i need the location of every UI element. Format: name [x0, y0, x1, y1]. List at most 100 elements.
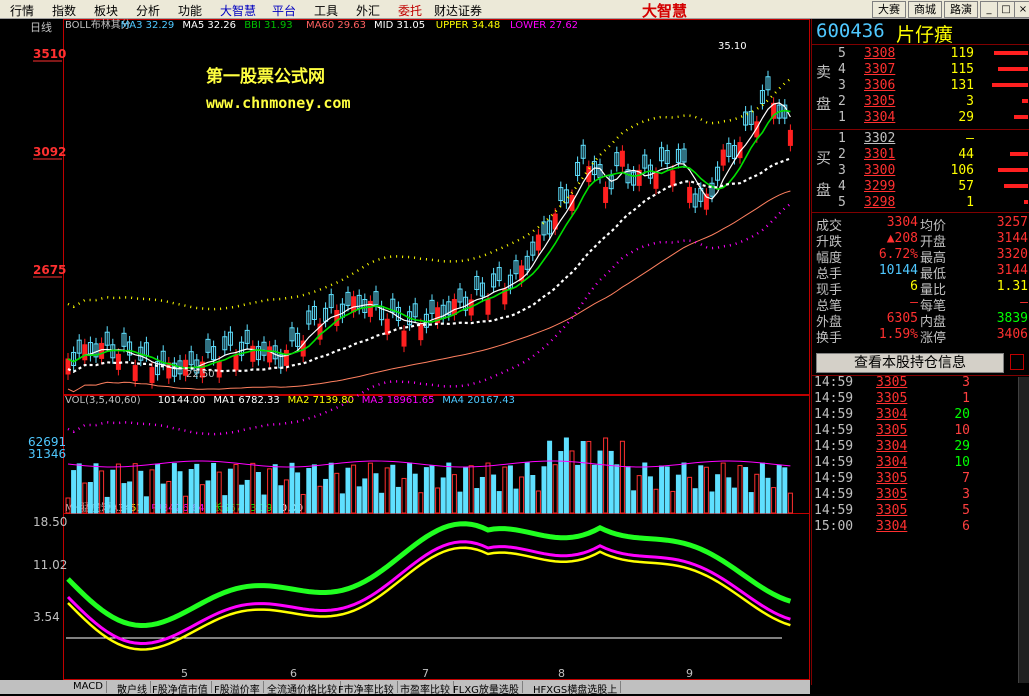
indicator-tab[interactable]: F股净值市值 — [149, 681, 212, 696]
volume-bar — [608, 450, 614, 514]
top-tab[interactable]: 商城 — [908, 1, 942, 18]
holdings-button[interactable]: 查看本股持仓信息 — [816, 353, 1004, 373]
bid-price[interactable]: 3298 — [864, 195, 895, 210]
top-tab[interactable]: 大赛 — [872, 1, 906, 18]
volume-bar — [362, 478, 368, 514]
menu-item[interactable]: 大智慧 — [220, 2, 256, 19]
volume-bar — [76, 463, 82, 514]
indicator-legend-text: MA3 18961.65 — [362, 395, 435, 406]
volume-bar — [625, 466, 631, 514]
menu-item[interactable]: 委托 — [398, 2, 422, 19]
volume-bar — [765, 477, 771, 514]
chart-area[interactable]: 日线351030922675626913134618.5011.023.54BO… — [0, 19, 810, 685]
candlestick — [367, 300, 373, 317]
volume-bar — [759, 462, 765, 514]
quote-panel: 600436 片仔癀 5 3308 119 4 3307 115 3 3306 131 2 3305 3 1… — [811, 19, 1029, 685]
menu-item[interactable]: 功能 — [178, 2, 202, 19]
depth-bar — [1014, 115, 1028, 119]
volume-bar — [731, 487, 737, 514]
volume-bar — [255, 472, 261, 514]
month-label: 9 — [686, 667, 693, 680]
indicator-tick-label: 3.54 — [33, 610, 60, 624]
menu-item[interactable]: 平台 — [272, 2, 296, 19]
volume-bar — [692, 488, 698, 514]
candlestick — [787, 129, 793, 146]
volume-bar — [463, 466, 469, 514]
menu-item[interactable]: 工具 — [314, 2, 338, 19]
volume-bar — [748, 492, 754, 514]
bid-price[interactable]: 3301 — [864, 147, 895, 162]
volume-bar — [367, 462, 373, 514]
volume-bar — [160, 483, 166, 514]
stock-name: 片仔癀 — [896, 24, 954, 46]
stat-label: 换手 — [816, 331, 843, 346]
volume-bar — [244, 479, 250, 514]
candlestick — [485, 298, 491, 315]
volume-bar — [502, 466, 508, 514]
indicator-tab[interactable]: 散户线 — [114, 681, 151, 696]
menu-item[interactable]: 分析 — [136, 2, 160, 19]
volume-bar — [530, 474, 536, 514]
indicator-tab[interactable]: F市净率比较 — [335, 681, 398, 696]
ask-price[interactable]: 3306 — [864, 78, 895, 93]
indicator-tab[interactable]: MACD — [70, 681, 107, 693]
indicator-tab[interactable]: FLXG放量选股 — [450, 681, 523, 696]
volume-bar — [423, 467, 429, 514]
menu-item[interactable]: 财达证券 — [434, 2, 482, 19]
indicator-tab[interactable]: 市盈率比较 — [397, 681, 454, 696]
minimize-icon[interactable]: _ — [980, 1, 998, 18]
volume-bar — [569, 450, 575, 514]
indicator-legend-text: 10144.00 — [158, 395, 206, 406]
top-tab[interactable]: 路演 — [944, 1, 978, 18]
panel-divider — [812, 212, 1029, 213]
indicator-tab[interactable]: HFXGS横盘选股上 — [530, 681, 622, 696]
bid-price[interactable]: 3302 — [864, 131, 895, 146]
tick-volume: 7 — [962, 471, 970, 486]
indicator-legend-text: VOL(3,5,40,60) — [65, 395, 141, 406]
volume-bar — [513, 488, 519, 514]
stat-value: 3144 — [996, 231, 1028, 246]
menu-item[interactable]: 指数 — [52, 2, 76, 19]
candlestick — [216, 361, 222, 378]
bid-price[interactable]: 3300 — [864, 163, 895, 178]
volume-bar — [138, 470, 144, 514]
menu-item[interactable]: 板块 — [94, 2, 118, 19]
bid-volume: 44 — [958, 147, 974, 162]
indicator-tab[interactable]: 全流通价格比较 — [264, 681, 341, 696]
ma60-line — [67, 190, 791, 393]
ask-price[interactable]: 3305 — [864, 94, 895, 109]
candlestick — [250, 345, 256, 362]
indicator-long-line — [66, 521, 792, 629]
scrollbar[interactable] — [1018, 377, 1029, 683]
expand-icon[interactable] — [1010, 354, 1024, 370]
volume-bar — [709, 491, 715, 514]
bid-volume: 57 — [958, 179, 974, 194]
volume-bar — [395, 486, 401, 514]
volume-bar — [491, 474, 497, 514]
tick-time: 14:59 — [814, 439, 854, 454]
bid-level: 4 — [838, 179, 846, 194]
indicator-tab[interactable]: F股溢价率 — [211, 681, 264, 696]
volume-bar — [563, 437, 569, 514]
volume-bar — [222, 495, 228, 514]
ask-price[interactable]: 3307 — [864, 62, 895, 77]
volume-bar — [104, 496, 110, 514]
candlestick — [687, 186, 693, 203]
volume-bar — [272, 464, 278, 514]
menu-item[interactable]: 行情 — [10, 2, 34, 19]
volume-bar — [485, 462, 491, 514]
ask-level: 1 — [838, 110, 846, 125]
ask-label: 盘 — [816, 95, 832, 113]
ask-price[interactable]: 3308 — [864, 46, 895, 61]
candlestick — [535, 234, 541, 251]
indicator-mid-line — [66, 540, 791, 646]
ask-price[interactable]: 3304 — [864, 110, 895, 125]
restore-icon[interactable]: □ — [997, 1, 1015, 18]
close-icon[interactable]: × — [1014, 1, 1029, 18]
ask-level: 3 — [838, 78, 846, 93]
menu-item[interactable]: 外汇 — [356, 2, 380, 19]
tick-price: 3305 — [876, 487, 908, 502]
bid-price[interactable]: 3299 — [864, 179, 895, 194]
volume-bar — [345, 467, 351, 514]
candlestick — [132, 365, 138, 382]
